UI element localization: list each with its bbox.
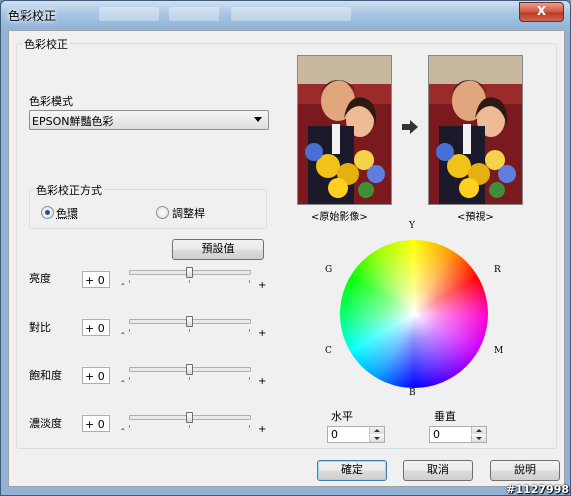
minus-sign: - [121, 376, 125, 387]
brightness-field[interactable]: + 0 [82, 271, 110, 288]
couple-photo-icon [298, 56, 391, 204]
vertical-spinner[interactable]: 0 [429, 426, 487, 443]
saturation-field[interactable]: + 0 [82, 367, 110, 384]
background-blur [99, 7, 159, 21]
minus-sign: - [121, 424, 125, 435]
horizontal-spinner[interactable]: 0 [327, 426, 385, 443]
contrast-field[interactable]: + 0 [82, 319, 110, 336]
slider-tick [189, 377, 190, 380]
wheel-center-marker[interactable]: + [412, 308, 422, 322]
spin-up-icon[interactable] [471, 427, 486, 434]
preview-caption: <預視> [457, 212, 494, 223]
color-mode-label: 色彩模式 [29, 95, 73, 108]
density-field[interactable]: + 0 [82, 415, 110, 432]
radio-slider[interactable] [156, 206, 169, 219]
watermark-id: #1127998 [506, 483, 569, 496]
right-arrow-icon [402, 120, 418, 134]
vertical-value[interactable]: 0 [433, 428, 440, 441]
wheel-label-green: G [325, 265, 333, 275]
chevron-down-icon [254, 117, 262, 122]
saturation-label: 飽和度 [29, 369, 62, 382]
slider-tick [129, 377, 130, 380]
group-title: 色彩校正 [22, 36, 70, 52]
method-title: 色彩校正方式 [34, 182, 104, 198]
dialog-client: 色彩校正 色彩模式 EPSON鮮豔色彩 色彩校正方式 色環 調整桿 預設值 亮度… [8, 30, 565, 487]
plus-sign: + [258, 424, 267, 435]
slider-tick [249, 329, 250, 332]
slider-tick [129, 425, 130, 428]
radio-slider-label[interactable]: 調整桿 [172, 205, 205, 221]
wheel-label-blue: B [409, 388, 416, 398]
vertical-label: 垂直 [434, 410, 456, 423]
spin-up-icon[interactable] [369, 427, 384, 434]
horizontal-value[interactable]: 0 [331, 428, 338, 441]
original-caption: <原始影像> [311, 212, 368, 223]
plus-sign: + [258, 280, 267, 291]
close-button[interactable]: X [519, 2, 564, 22]
spin-down-icon[interactable] [471, 435, 486, 442]
spin-down-icon[interactable] [369, 435, 384, 442]
preset-button[interactable]: 預設值 [172, 239, 264, 260]
window-title: 色彩校正 [8, 9, 57, 23]
help-button[interactable]: 說明 [490, 460, 560, 481]
density-thumb[interactable] [186, 412, 193, 423]
slider-tick [249, 280, 250, 283]
color-mode-value: EPSON鮮豔色彩 [32, 115, 114, 128]
minus-sign: - [121, 328, 125, 339]
cancel-button[interactable]: 取消 [403, 460, 473, 481]
wheel-label-yellow: Y [409, 221, 415, 231]
slider-tick [189, 425, 190, 428]
couple-photo-icon [429, 56, 522, 204]
wheel-label-red: R [494, 265, 501, 275]
preview-image [428, 55, 523, 205]
slider-tick [129, 280, 130, 283]
radio-color-wheel-label[interactable]: 色環 [56, 205, 78, 221]
minus-sign: - [121, 279, 125, 290]
contrast-thumb[interactable] [186, 316, 193, 327]
slider-tick [129, 329, 130, 332]
background-blur [231, 7, 351, 21]
radio-color-wheel[interactable] [41, 206, 54, 219]
saturation-thumb[interactable] [186, 364, 193, 375]
plus-sign: + [258, 328, 267, 339]
brightness-thumb[interactable] [186, 267, 193, 278]
ok-button[interactable]: 確定 [317, 460, 387, 481]
slider-tick [189, 280, 190, 283]
horizontal-label: 水平 [331, 410, 353, 423]
wheel-label-magenta: M [494, 346, 504, 356]
background-blur [169, 7, 219, 21]
slider-tick [249, 425, 250, 428]
wheel-label-cyan: C [325, 346, 332, 356]
dialog-window: 色彩校正 X 色彩校正 色彩模式 EPSON鮮豔色彩 色彩校正方式 色環 調整桿… [0, 0, 571, 496]
density-label: 濃淡度 [29, 417, 62, 430]
slider-tick [249, 377, 250, 380]
contrast-label: 對比 [29, 321, 51, 334]
color-mode-select[interactable]: EPSON鮮豔色彩 [29, 110, 269, 130]
slider-tick [189, 329, 190, 332]
original-image [297, 55, 392, 205]
brightness-label: 亮度 [29, 272, 51, 285]
title-bar[interactable]: 色彩校正 X [1, 1, 570, 29]
plus-sign: + [258, 376, 267, 387]
